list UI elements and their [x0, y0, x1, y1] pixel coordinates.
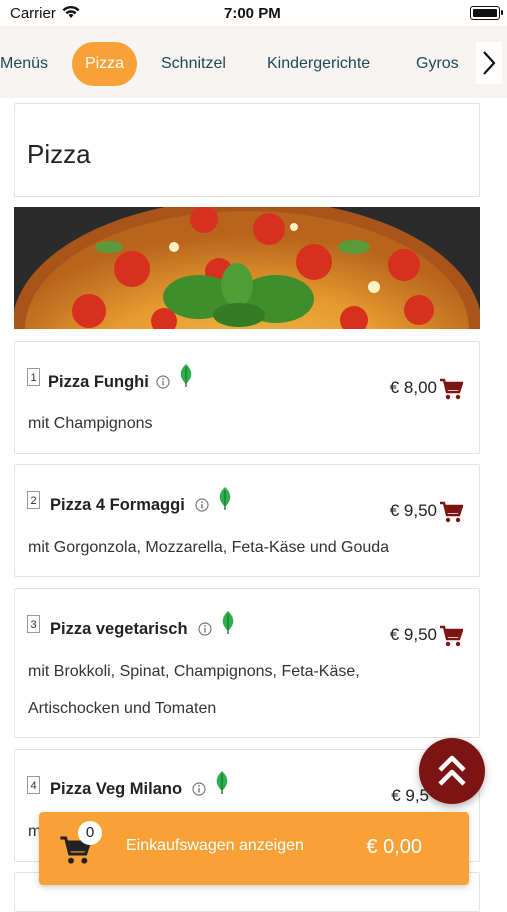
- clock: 7:00 PM: [224, 5, 281, 22]
- item-name: Pizza vegetarisch: [50, 620, 188, 638]
- item-number: 4: [27, 776, 40, 794]
- leaf-icon: [219, 487, 231, 510]
- tab-schnitzel[interactable]: Schnitzel: [161, 42, 226, 86]
- leaf-icon: [222, 611, 234, 634]
- cart-total: € 0,00: [366, 836, 422, 858]
- item-name: Pizza Funghi: [48, 373, 149, 391]
- item-description: mit Gorgonzola, Mozzarella, Feta-Käse un…: [28, 539, 390, 556]
- item-price: € 9,50: [389, 501, 437, 520]
- tab-gyros[interactable]: Gyros: [416, 42, 459, 86]
- wifi-icon: [62, 5, 80, 23]
- battery-icon: [470, 6, 500, 20]
- scroll-to-top-button[interactable]: [419, 738, 485, 804]
- add-to-cart-icon[interactable]: [439, 501, 463, 523]
- item-description: mit Brokkoli, Spinat, Champignons, Feta-…: [28, 663, 360, 717]
- menu-item[interactable]: 2 Pizza 4 Formaggi € 9,50 mit Gorgonzola…: [14, 464, 480, 577]
- info-icon[interactable]: [198, 622, 212, 636]
- item-name: Pizza 4 Formaggi: [50, 496, 185, 514]
- section-title: Pizza: [27, 139, 91, 169]
- status-bar: Carrier 7:00 PM: [0, 0, 507, 26]
- item-name: Pizza Veg Milano: [50, 780, 183, 798]
- info-icon[interactable]: [156, 375, 170, 389]
- carrier-label: Carrier: [10, 5, 56, 22]
- section-header: Pizza: [14, 103, 480, 197]
- add-to-cart-icon[interactable]: [439, 378, 463, 400]
- double-chevron-up-icon: [438, 755, 466, 786]
- cart-label: Einkaufswagen anzeigen: [126, 837, 304, 854]
- item-price: € 9,50: [389, 625, 437, 644]
- category-tab-bar: Menüs Pizza Schnitzel Kindergerichte Gyr…: [0, 26, 507, 98]
- item-price: € 8,00: [389, 378, 437, 397]
- tab-kindergerichte[interactable]: Kindergerichte: [267, 42, 370, 86]
- menu-item[interactable]: 1 Pizza Funghi € 8,00 mit Champignons: [14, 341, 480, 454]
- tabs-next-button[interactable]: [476, 42, 502, 84]
- leaf-icon: [180, 364, 192, 387]
- info-icon[interactable]: [192, 782, 206, 796]
- view-cart-button[interactable]: 0 Einkaufswagen anzeigen € 0,00: [39, 812, 469, 885]
- pizza-hero-image: [14, 207, 480, 329]
- item-description: mit Champignons: [28, 415, 153, 432]
- item-number: 3: [27, 615, 40, 633]
- tab-pizza[interactable]: Pizza: [72, 42, 137, 86]
- item-number: 2: [27, 491, 40, 509]
- cart-count-badge: 0: [78, 821, 102, 845]
- item-price: € 9,5: [391, 786, 429, 805]
- menu-item[interactable]: 3 Pizza vegetarisch € 9,50 mit Brokkoli,…: [14, 588, 480, 738]
- tab-menues[interactable]: Menüs: [0, 42, 48, 86]
- item-number: 1: [27, 368, 40, 386]
- chevron-right-icon: [483, 51, 496, 75]
- info-icon[interactable]: [195, 498, 209, 512]
- leaf-icon: [216, 771, 228, 794]
- add-to-cart-icon[interactable]: [439, 625, 463, 647]
